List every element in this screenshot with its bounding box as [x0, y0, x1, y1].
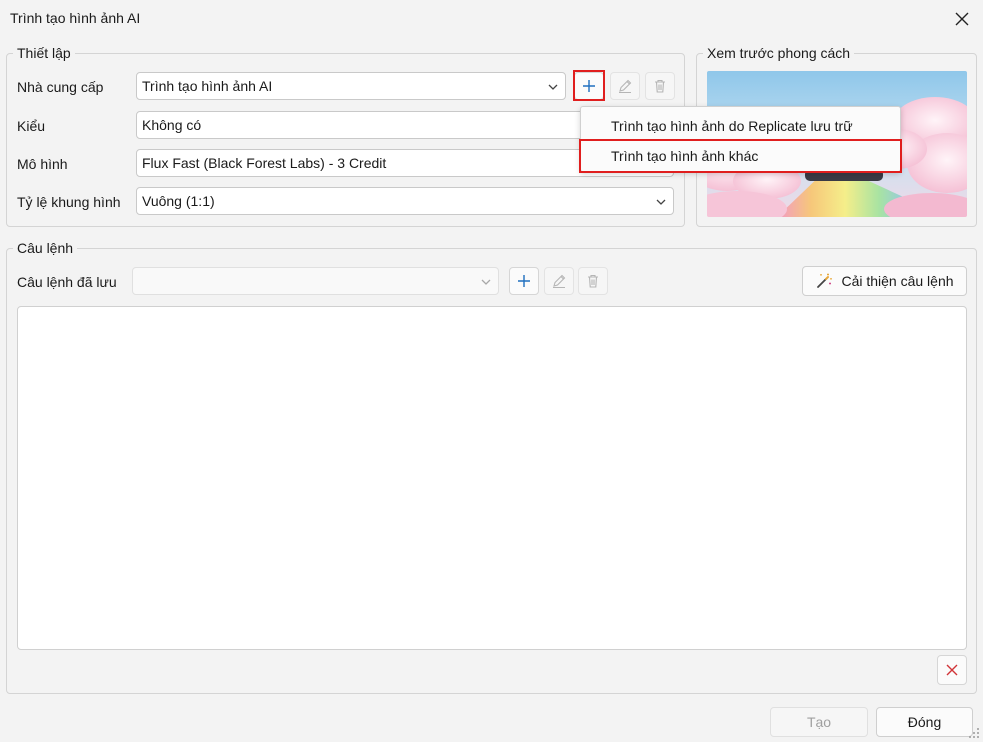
edit-provider-button[interactable]: [610, 72, 640, 100]
delete-prompt-button[interactable]: [578, 267, 608, 295]
model-value: Flux Fast (Black Forest Labs) - 3 Credit: [142, 155, 387, 171]
aspect-label: Tỷ lệ khung hình: [17, 194, 121, 210]
magic-wand-icon: [815, 272, 833, 290]
saved-prompts-label: Câu lệnh đã lưu: [17, 274, 117, 290]
chevron-down-icon: [656, 199, 666, 205]
edit-prompt-button[interactable]: [544, 267, 574, 295]
add-provider-highlight: [573, 70, 605, 101]
title-bar: Trình tạo hình ảnh AI: [0, 0, 983, 38]
resize-grip-icon[interactable]: [968, 727, 980, 739]
saved-prompts-select[interactable]: [132, 267, 499, 295]
close-icon: [955, 12, 969, 26]
close-icon: [946, 664, 958, 676]
improve-prompt-label: Cải thiện câu lệnh: [841, 273, 954, 289]
settings-legend: Thiết lập: [13, 45, 75, 61]
pencil-icon: [619, 79, 632, 93]
provider-select[interactable]: Trình tạo hình ảnh AI: [136, 72, 566, 100]
aspect-select[interactable]: Vuông (1:1): [136, 187, 674, 215]
preview-legend: Xem trước phong cách: [703, 45, 855, 61]
menu-item-highlight: [579, 139, 902, 173]
window-title: Trình tạo hình ảnh AI: [10, 10, 141, 26]
close-window-button[interactable]: [946, 4, 978, 34]
trash-icon: [655, 79, 665, 93]
plus-icon: [518, 275, 530, 287]
provider-value: Trình tạo hình ảnh AI: [142, 78, 273, 94]
delete-provider-button[interactable]: [645, 72, 675, 100]
aspect-value: Vuông (1:1): [142, 193, 215, 209]
provider-label: Nhà cung cấp: [17, 79, 104, 95]
prompt-legend: Câu lệnh: [13, 240, 78, 256]
create-button-label: Tạo: [806, 714, 832, 730]
clear-prompt-button[interactable]: [937, 655, 967, 685]
add-prompt-button[interactable]: [509, 267, 539, 295]
prompt-textarea[interactable]: [17, 306, 967, 650]
pencil-icon: [553, 274, 566, 288]
style-value: Không có: [142, 117, 202, 133]
model-label: Mô hình: [17, 156, 68, 172]
menu-item-replicate[interactable]: Trình tạo hình ảnh do Replicate lưu trữ: [581, 111, 900, 141]
chevron-down-icon: [548, 84, 558, 90]
chevron-down-icon: [481, 279, 491, 285]
style-label: Kiểu: [17, 118, 46, 134]
trash-icon: [588, 274, 598, 288]
close-button-label: Đóng: [907, 714, 942, 730]
close-button[interactable]: Đóng: [876, 707, 973, 737]
improve-prompt-button[interactable]: Cải thiện câu lệnh: [802, 266, 967, 296]
create-button[interactable]: Tạo: [770, 707, 868, 737]
